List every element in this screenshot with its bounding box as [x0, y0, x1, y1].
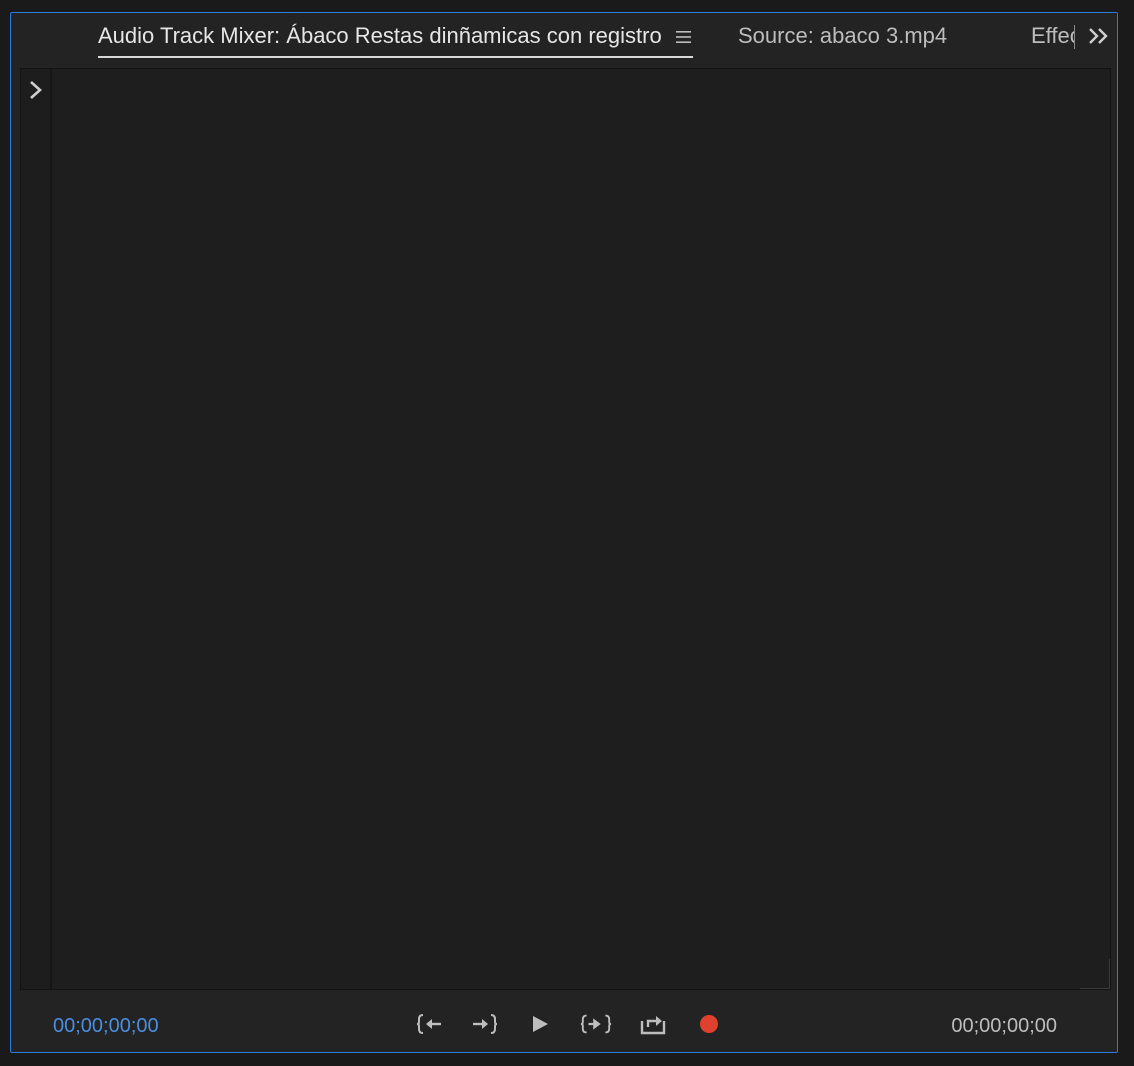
current-timecode[interactable]: 00;00;00;00 [53, 1015, 159, 1038]
resize-corner [1080, 959, 1110, 989]
double-chevron-right-icon[interactable] [1087, 26, 1111, 46]
chevron-right-icon[interactable] [27, 79, 45, 101]
tab-effects[interactable]: Effects [1031, 23, 1075, 49]
loop-icon [640, 1016, 666, 1035]
go-to-in-point-icon [416, 1014, 441, 1034]
audio-track-mixer-panel: Audio Track Mixer: Ábaco Restas dinñamic… [10, 12, 1118, 1053]
record-icon [700, 1015, 718, 1033]
go-to-in-point-button[interactable] [413, 1009, 445, 1039]
loop-export-button[interactable] [637, 1009, 669, 1039]
go-to-out-point-icon [473, 1014, 498, 1034]
tab-source[interactable]: Source: abaco 3.mp4 [738, 23, 947, 49]
active-tab-underline [98, 56, 693, 58]
play-in-to-out-button[interactable] [580, 1009, 612, 1039]
play-button[interactable] [524, 1009, 556, 1039]
mixer-side-strip [21, 69, 52, 989]
tab-audio-track-mixer[interactable]: Audio Track Mixer: Ábaco Restas dinñamic… [98, 23, 662, 49]
mixer-content-area [20, 68, 1111, 990]
play-icon [533, 1016, 548, 1032]
hamburger-menu-icon[interactable] [675, 29, 693, 45]
go-to-out-point-button[interactable] [469, 1009, 501, 1039]
duration-timecode: 00;00;00;00 [951, 1015, 1057, 1037]
panel-tab-bar: Audio Track Mixer: Ábaco Restas dinñamic… [11, 13, 1117, 67]
transport-bar: 00;00;00;00 00;00;00;00 [11, 991, 1117, 1051]
tab-separator [1074, 25, 1075, 49]
play-in-to-out-icon [580, 1014, 612, 1034]
tab-effects-clip: Effects [1031, 21, 1075, 53]
record-button[interactable] [693, 1009, 725, 1039]
